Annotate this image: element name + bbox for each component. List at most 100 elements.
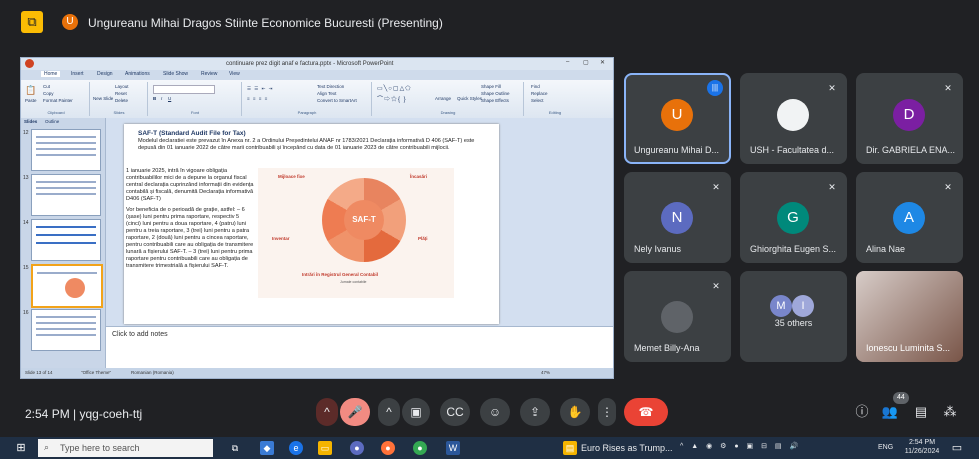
raise-hand-button[interactable]: ✋: [560, 398, 590, 426]
participant-tile[interactable]: ||| U Ungureanu Mihai D...: [624, 73, 731, 164]
diagram-label-ledger: Intrări în Registrul General Contabil: [302, 272, 379, 277]
font-name-field[interactable]: [153, 85, 215, 94]
slide-thumbnail-selected[interactable]: [31, 264, 103, 308]
align-icons[interactable]: ≡ ≡ ≡ ≡: [247, 96, 268, 101]
shape-outline-button[interactable]: Shape Outline: [481, 91, 510, 96]
notes-pane[interactable]: Click to add notes: [106, 326, 613, 369]
outline-pane-tab[interactable]: Outline: [45, 119, 59, 124]
tab-review[interactable]: Review: [201, 71, 217, 77]
tab-design[interactable]: Design: [97, 71, 113, 77]
meeting-time-code: 2:54 PM | yqg-coeh-ttj: [25, 407, 143, 421]
windows-start-icon[interactable]: ⊞: [14, 441, 28, 455]
notifications-icon[interactable]: ▭: [950, 441, 964, 455]
app-icon[interactable]: ◆: [260, 441, 274, 455]
replace-button[interactable]: Replace: [531, 91, 548, 96]
slide-thumbnail[interactable]: [31, 219, 101, 261]
slide-thumbnail[interactable]: [31, 309, 101, 351]
list-icons[interactable]: ☰ ☰ ⇤ ⇥: [247, 86, 273, 92]
tab-slide-show[interactable]: Slide Show: [163, 71, 188, 77]
participant-tile[interactable]: ✕ G Ghiorghita Eugen S...: [740, 172, 847, 263]
participant-tile[interactable]: ✕ Memet Billy-Ana: [624, 271, 731, 362]
others-tile[interactable]: M I 35 others: [740, 271, 847, 362]
chat-icon[interactable]: ▤: [911, 402, 931, 422]
present-button[interactable]: ⇪: [520, 398, 550, 426]
taskbar-clock[interactable]: 2:54 PM 11/26/2024: [904, 438, 940, 456]
slide-heading: SAF-T (Standard Audit File for Tax): [138, 130, 246, 137]
participant-tile-video[interactable]: Ionescu Luminita S...: [856, 271, 963, 362]
thumb-number: 15: [23, 265, 29, 271]
file-explorer-icon[interactable]: ▭: [318, 441, 332, 455]
taskbar-search[interactable]: ⌕ Type here to search: [38, 439, 213, 457]
diagram-label-payments: Plăți: [418, 236, 428, 241]
smartart-button[interactable]: Convert to SmartArt: [317, 98, 357, 103]
status-theme: "Office Theme": [81, 370, 112, 375]
bold-icon[interactable]: B: [153, 96, 156, 101]
tab-home[interactable]: Home: [41, 71, 61, 77]
paste-button[interactable]: Paste: [25, 98, 37, 103]
info-icon[interactable]: ⓘ: [852, 402, 872, 422]
presentation-icon[interactable]: ⧉: [21, 11, 43, 33]
underline-icon[interactable]: U: [168, 96, 171, 101]
camera-off-button[interactable]: ▣: [402, 398, 430, 426]
task-view-icon[interactable]: ⧉: [228, 441, 242, 455]
edge-icon[interactable]: e: [289, 441, 303, 455]
cut-button[interactable]: Cut: [43, 84, 50, 89]
paste-icon[interactable]: 📋: [25, 85, 36, 96]
italic-icon[interactable]: I: [161, 96, 162, 101]
minimize-icon[interactable]: –: [566, 59, 569, 65]
slide-paragraph-2: Vor beneficia de o perioadă de grație, a…: [126, 207, 254, 269]
more-options-button[interactable]: ⋮: [598, 398, 616, 426]
select-button[interactable]: Select: [531, 98, 544, 103]
status-zoom[interactable]: 47%: [541, 370, 550, 375]
shape-fill-button[interactable]: Shape Fill: [481, 84, 501, 89]
captions-button[interactable]: CC: [440, 398, 470, 426]
new-slide-button[interactable]: New Slide: [93, 96, 113, 101]
delete-button[interactable]: Delete: [115, 98, 128, 103]
quick-styles-button[interactable]: Quick Styles: [457, 96, 482, 101]
activities-icon[interactable]: ⁂: [940, 402, 960, 422]
news-headline[interactable]: Euro Rises as Trump...: [581, 443, 673, 453]
video-options-button[interactable]: ^: [378, 398, 400, 426]
participant-tile[interactable]: ✕ D Dir. GABRIELA ENA...: [856, 73, 963, 164]
text-direction-button[interactable]: Text Direction: [317, 84, 344, 89]
input-language[interactable]: ENG: [878, 444, 893, 451]
chrome-icon[interactable]: ●: [413, 441, 427, 455]
slides-pane-tab[interactable]: Slides: [24, 119, 37, 124]
word-icon[interactable]: W: [446, 441, 460, 455]
people-icon[interactable]: 👥: [880, 402, 900, 422]
audio-options-button[interactable]: ^: [316, 398, 338, 426]
mic-off-icon: ✕: [828, 83, 836, 93]
participant-tile[interactable]: ✕ A Alina Nae: [856, 172, 963, 263]
close-icon[interactable]: ✕: [600, 59, 605, 66]
tab-insert[interactable]: Insert: [71, 71, 84, 77]
app-icon[interactable]: ●: [350, 441, 364, 455]
shapes-row2-icon[interactable]: ⌒⇨☆{ }: [377, 94, 407, 103]
firefox-icon[interactable]: ●: [381, 441, 395, 455]
layout-button[interactable]: Layout: [115, 84, 129, 89]
emoji-button[interactable]: ☺: [480, 398, 510, 426]
maximize-icon[interactable]: ▢: [583, 59, 589, 66]
current-slide[interactable]: SAF-T (Standard Audit File for Tax) Mode…: [124, 124, 499, 324]
office-button-icon[interactable]: [25, 59, 34, 68]
system-tray-icons[interactable]: ^ ▲ ◉ ⚙ ● ▣ ⊟ ▤ 🔊: [680, 442, 801, 450]
thumb-number: 14: [23, 220, 29, 226]
reset-button[interactable]: Reset: [115, 91, 127, 96]
copy-button[interactable]: Copy: [43, 91, 54, 96]
slide-thumbnail[interactable]: [31, 129, 101, 171]
participant-tile[interactable]: ✕ N Nely Ivanus: [624, 172, 731, 263]
participant-tile[interactable]: ✕ USH - Facultatea d...: [740, 73, 847, 164]
align-text-button[interactable]: Align Text: [317, 91, 336, 96]
tab-view[interactable]: View: [229, 71, 240, 77]
news-icon[interactable]: ▤: [563, 441, 577, 455]
format-painter-button[interactable]: Format Painter: [43, 98, 73, 103]
shape-effects-button[interactable]: Shape Effects: [481, 98, 509, 103]
tab-animations[interactable]: Animations: [125, 71, 150, 77]
mic-off-button[interactable]: 🎤: [340, 398, 370, 426]
shapes-gallery-icon[interactable]: ▭╲○▢△⬠: [377, 85, 411, 92]
slide-thumbnail[interactable]: [31, 174, 101, 216]
arrange-button[interactable]: Arrange: [435, 96, 451, 101]
shared-screen[interactable]: continuare prez digit anaf e factura.ppt…: [20, 57, 614, 379]
leave-call-button[interactable]: ☎: [624, 398, 668, 426]
font-label: Font: [190, 110, 199, 115]
find-button[interactable]: Find: [531, 84, 540, 89]
